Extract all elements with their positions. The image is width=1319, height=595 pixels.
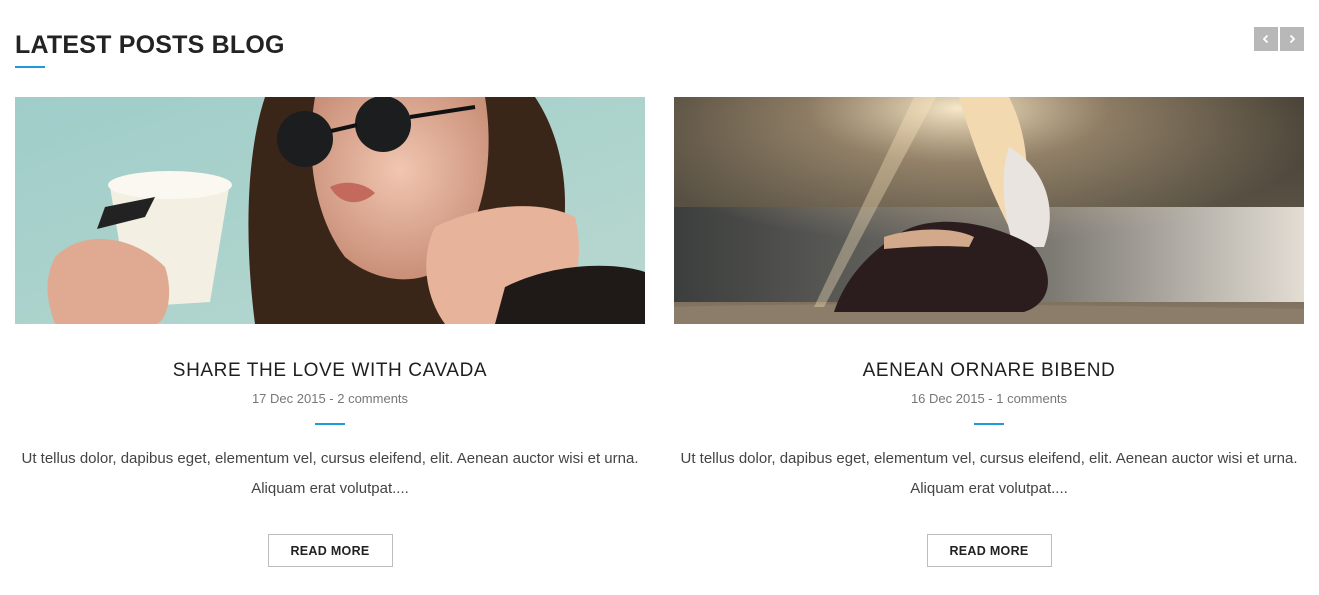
post-meta: 16 Dec 2015 - 1 comments <box>910 391 1068 406</box>
post-card: AENEAN ORNARE BIBEND 16 Dec 2015 - 1 com… <box>674 97 1304 567</box>
post-title[interactable]: AENEAN ORNARE BIBEND <box>863 359 1116 383</box>
section-title: LATEST POSTS BLOG <box>15 31 285 59</box>
next-button[interactable] <box>1280 27 1304 51</box>
post-card: SHARE THE LOVE WITH CAVADA 17 Dec 2015 -… <box>15 97 645 567</box>
prev-button[interactable] <box>1254 27 1278 51</box>
posts-grid: SHARE THE LOVE WITH CAVADA 17 Dec 2015 -… <box>15 97 1304 567</box>
post-meta: 17 Dec 2015 - 2 comments <box>251 391 409 406</box>
read-more-button[interactable]: READ MORE <box>267 534 393 567</box>
post-excerpt: Ut tellus dolor, dapibus eget, elementum… <box>680 450 1298 497</box>
chevron-left-icon <box>1262 34 1269 44</box>
chevron-right-icon <box>1289 34 1296 44</box>
latest-posts-section: LATEST POSTS BLOG SHARE THE LOVE WITH CA… <box>0 0 1319 595</box>
post-divider <box>315 423 345 425</box>
read-more-button[interactable]: READ MORE <box>926 534 1052 567</box>
post-title[interactable]: SHARE THE LOVE WITH CAVADA <box>173 359 487 383</box>
carousel-nav <box>1254 27 1304 51</box>
post-divider <box>974 423 1004 425</box>
title-underline <box>15 66 45 68</box>
post-image[interactable] <box>674 97 1304 324</box>
post-image[interactable] <box>15 97 645 324</box>
post-excerpt: Ut tellus dolor, dapibus eget, elementum… <box>21 450 639 497</box>
